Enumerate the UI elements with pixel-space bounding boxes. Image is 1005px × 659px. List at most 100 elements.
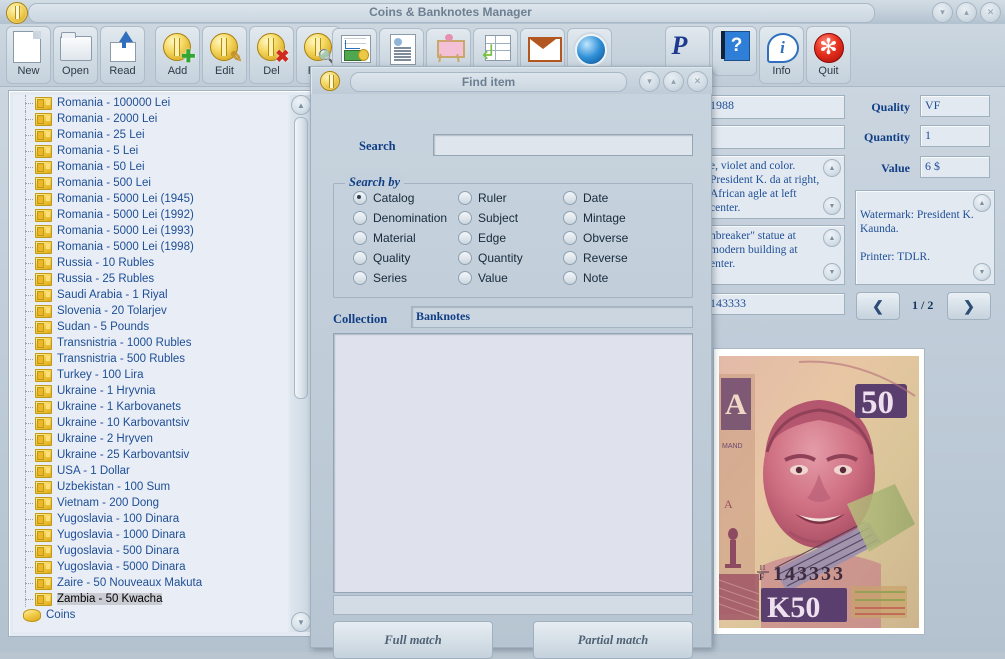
open-button[interactable]: Open [53,26,98,84]
radio-dot-icon[interactable] [563,211,577,225]
list-item[interactable]: Slovenia - 20 Tolarjev [13,303,288,319]
quantity-field[interactable]: 1 [920,125,990,147]
radio-subject[interactable]: Subject [458,211,518,225]
memo-scroll-down-icon[interactable]: ▼ [823,197,841,215]
add-button[interactable]: ✚ Add [155,26,200,84]
list-item[interactable]: Yugoslavia - 1000 Dinara [13,527,288,543]
help-button[interactable]: ? [712,26,757,76]
new-button[interactable]: New [6,26,51,84]
radio-dot-icon[interactable] [458,251,472,265]
radio-dot-icon[interactable] [563,251,577,265]
radio-obverse[interactable]: Obverse [563,231,628,245]
list-item[interactable]: Transnistria - 500 Rubles [13,351,288,367]
list-item[interactable]: Saudi Arabia - 1 Riyal [13,287,288,303]
radio-ruler[interactable]: Ruler [458,191,507,205]
radio-date[interactable]: Date [563,191,608,205]
close-icon[interactable]: ✕ [980,2,1001,23]
list-item[interactable]: Turkey - 100 Lira [13,367,288,383]
radio-dot-icon[interactable] [563,271,577,285]
banknote-image-frame[interactable]: A MAND A 50 11 F 143333 K50 [713,348,925,635]
maximize-icon[interactable]: ▴ [956,2,977,23]
radio-reverse[interactable]: Reverse [563,251,628,265]
radio-dot-icon[interactable] [353,191,367,205]
del-button[interactable]: ✖ Del [249,26,294,84]
year-field[interactable]: 1988 [705,95,845,119]
list-item[interactable]: Romania - 500 Lei [13,175,288,191]
list-item[interactable]: Russia - 25 Rubles [13,271,288,287]
radio-dot-icon[interactable] [458,211,472,225]
radio-value[interactable]: Value [458,271,508,285]
list-item[interactable]: Uzbekistan - 100 Sum [13,479,288,495]
list-item[interactable]: USA - 1 Dollar [13,463,288,479]
find-close-icon[interactable]: ✕ [687,71,708,92]
list-item[interactable]: Transnistria - 1000 Rubles [13,335,288,351]
radio-mintage[interactable]: Mintage [563,211,626,225]
next-page-button[interactable]: ❯ [947,292,991,320]
radio-dot-icon[interactable] [458,231,472,245]
list-item[interactable]: Sudan - 5 Pounds [13,319,288,335]
list-item[interactable]: Romania - 5000 Lei (1998) [13,239,288,255]
radio-catalog[interactable]: Catalog [353,191,414,205]
find-minimize-icon[interactable]: ▾ [639,71,660,92]
scroll-down-icon[interactable]: ▼ [291,612,311,632]
scroll-thumb[interactable] [294,117,308,399]
radio-dot-icon[interactable] [458,271,472,285]
radio-quantity[interactable]: Quantity [458,251,523,265]
list-item[interactable]: Ukraine - 10 Karbovantsiv [13,415,288,431]
radio-dot-icon[interactable] [353,251,367,265]
radio-quality[interactable]: Quality [353,251,410,265]
find-maximize-icon[interactable]: ▴ [663,71,684,92]
list-item[interactable]: Yugoslavia - 500 Dinara [13,543,288,559]
list-item[interactable]: Romania - 100000 Lei [13,95,288,111]
note-scroll-up-icon[interactable]: ▲ [973,194,991,212]
radio-dot-icon[interactable] [563,191,577,205]
radio-dot-icon[interactable] [353,231,367,245]
list-item[interactable]: Ukraine - 1 Karbovanets [13,399,288,415]
list-item[interactable]: Ukraine - 2 Hryven [13,431,288,447]
reverse-scroll-down-icon[interactable]: ▼ [823,263,841,281]
radio-dot-icon[interactable] [563,231,577,245]
list-item[interactable]: Romania - 25 Lei [13,127,288,143]
minimize-icon[interactable]: ▾ [932,2,953,23]
radio-note[interactable]: Note [563,271,608,285]
list-item[interactable]: Ukraine - 1 Hryvnia [13,383,288,399]
reverse-scroll-up-icon[interactable]: ▲ [823,229,841,247]
list-item[interactable]: Romania - 2000 Lei [13,111,288,127]
quit-button[interactable]: Quit [806,26,851,84]
prev-page-button[interactable]: ❮ [856,292,900,320]
list-item[interactable]: Ukraine - 25 Karbovantsiv [13,447,288,463]
list-item[interactable]: Zambia - 50 Kwacha [13,591,288,607]
search-input[interactable] [433,134,693,156]
collection-value[interactable]: Banknotes [411,306,693,328]
list-item[interactable]: Romania - 5000 Lei (1945) [13,191,288,207]
list-item[interactable]: Romania - 5000 Lei (1993) [13,223,288,239]
blank-field[interactable] [705,125,845,149]
note-scroll-down-icon[interactable]: ▼ [973,263,991,281]
radio-material[interactable]: Material [353,231,416,245]
quality-field[interactable]: VF [920,95,990,117]
reverse-memo[interactable]: nbreaker" statue at modern building at e… [705,225,845,285]
memo-scroll-up-icon[interactable]: ▲ [823,159,841,177]
edit-button[interactable]: ✎ Edit [202,26,247,84]
list-item[interactable]: Romania - 50 Lei [13,159,288,175]
radio-edge[interactable]: Edge [458,231,506,245]
info-button[interactable]: i Info [759,26,804,84]
read-button[interactable]: Read [100,26,145,84]
collection-tree[interactable]: Romania - 100000 Lei Romania - 2000 Lei Ro… [13,95,288,632]
scroll-up-icon[interactable]: ▲ [291,95,311,115]
list-item[interactable]: Romania - 5000 Lei (1992) [13,207,288,223]
list-item[interactable]: Vietnam - 200 Dong [13,495,288,511]
serial-field[interactable]: 143333 [705,293,845,315]
note-memo[interactable]: Watermark: President K. Kaunda. Printer:… [855,190,995,285]
radio-dot-icon[interactable] [353,271,367,285]
list-item[interactable]: Yugoslavia - 100 Dinara [13,511,288,527]
radio-dot-icon[interactable] [353,211,367,225]
partial-match-button[interactable]: Partial match [533,621,693,659]
list-item[interactable]: Russia - 10 Rubles [13,255,288,271]
tree-root-coins[interactable]: Coins [13,607,288,623]
value-field[interactable]: 6 $ [920,156,990,178]
radio-series[interactable]: Series [353,271,407,285]
radio-denomination[interactable]: Denomination [353,211,447,225]
radio-dot-icon[interactable] [458,191,472,205]
list-item[interactable]: Romania - 5 Lei [13,143,288,159]
